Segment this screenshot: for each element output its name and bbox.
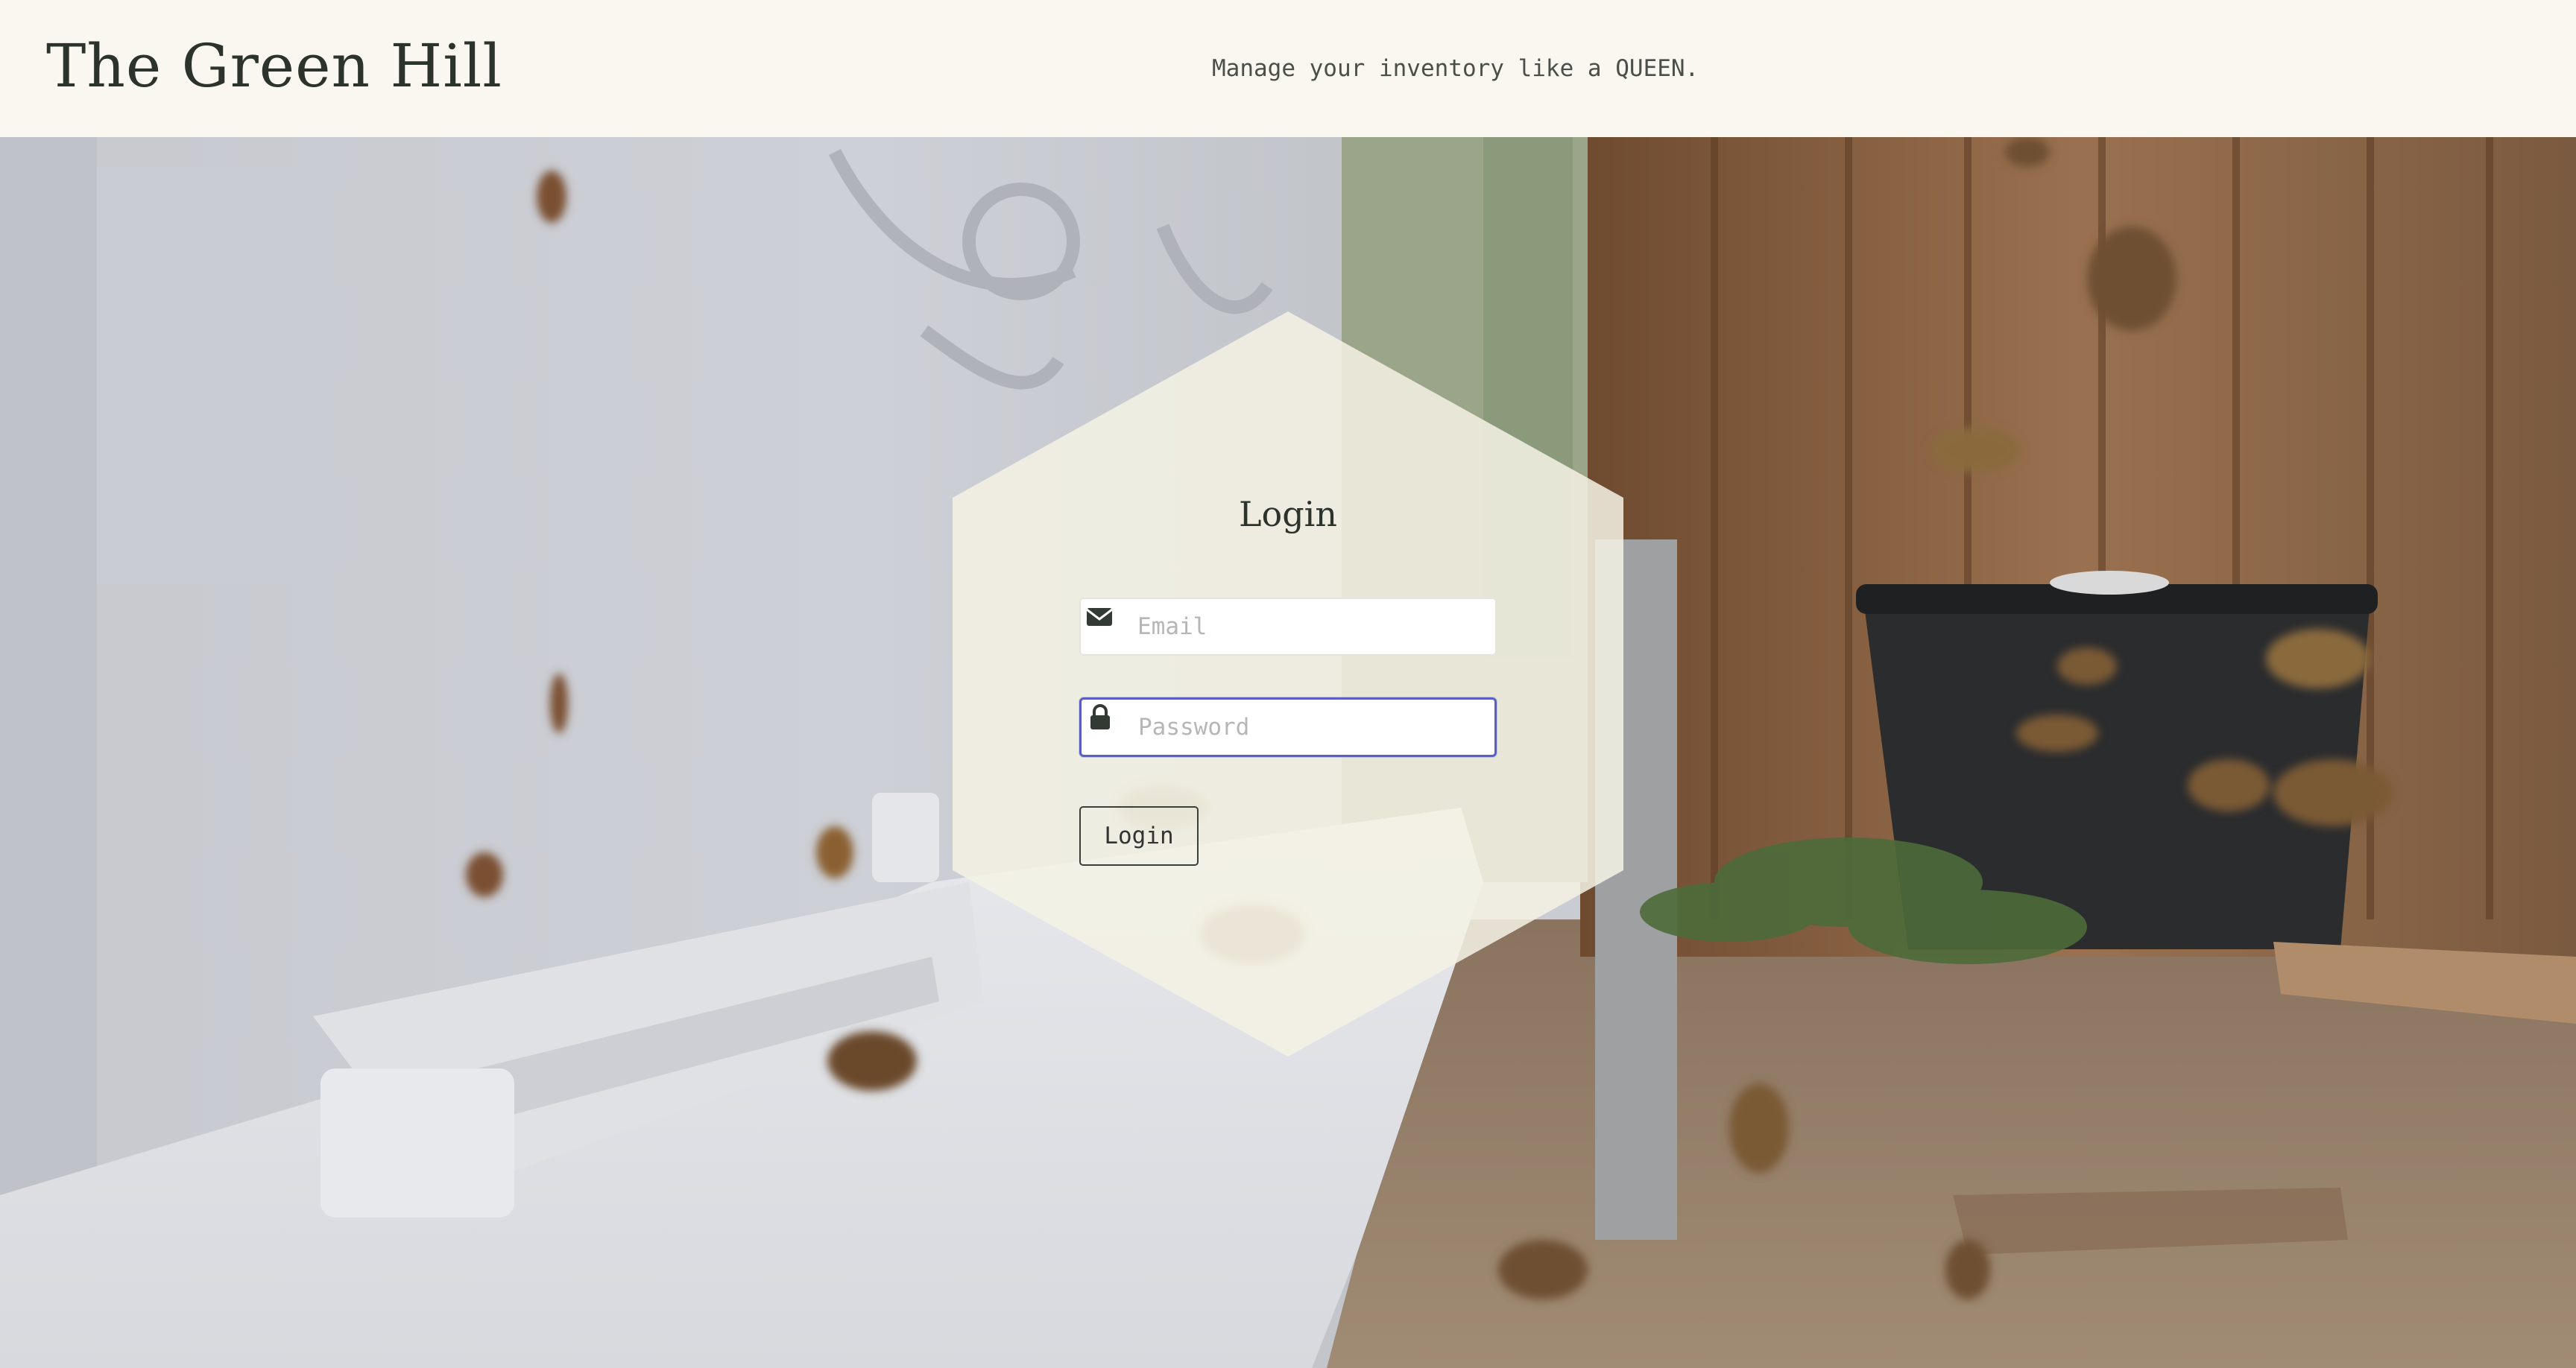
email-input[interactable] — [1137, 599, 1488, 654]
login-button[interactable]: Login — [1079, 806, 1199, 866]
site-title: The Green Hill — [46, 31, 502, 101]
email-field — [1079, 598, 1497, 656]
lock-icon — [1090, 704, 1110, 729]
login-title: Login — [1238, 494, 1338, 534]
tagline: Manage your inventory like a QUEEN. — [1212, 55, 1699, 82]
password-input[interactable] — [1138, 700, 1489, 755]
password-field — [1079, 697, 1497, 757]
site-header: The Green Hill Manage your inventory lik… — [0, 0, 2576, 137]
envelope-icon — [1086, 608, 1113, 626]
